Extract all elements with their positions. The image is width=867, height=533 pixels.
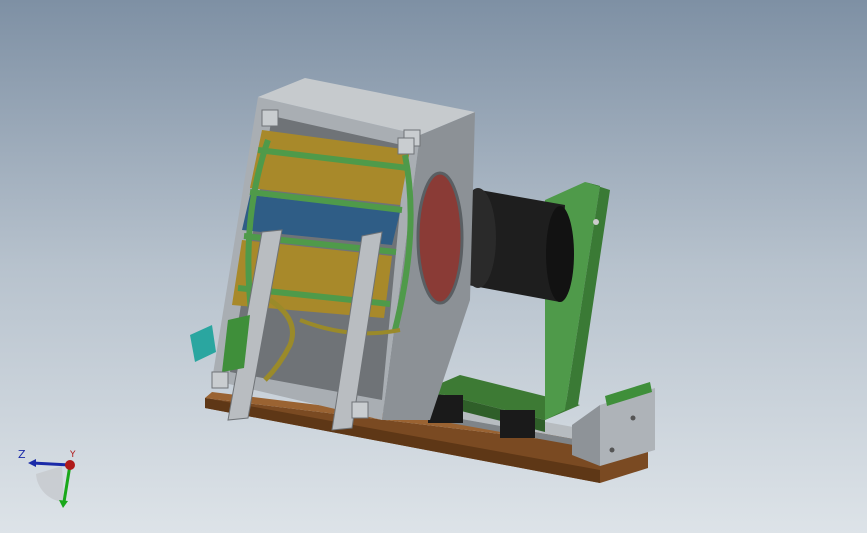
y-axis-label: Y	[70, 450, 76, 460]
end-plate-right[interactable]	[572, 382, 655, 466]
z-axis-label: Z	[18, 448, 26, 461]
motor[interactable]	[460, 188, 574, 302]
axis-triad: Z Y	[14, 446, 84, 516]
cad-viewport[interactable]	[0, 0, 867, 533]
